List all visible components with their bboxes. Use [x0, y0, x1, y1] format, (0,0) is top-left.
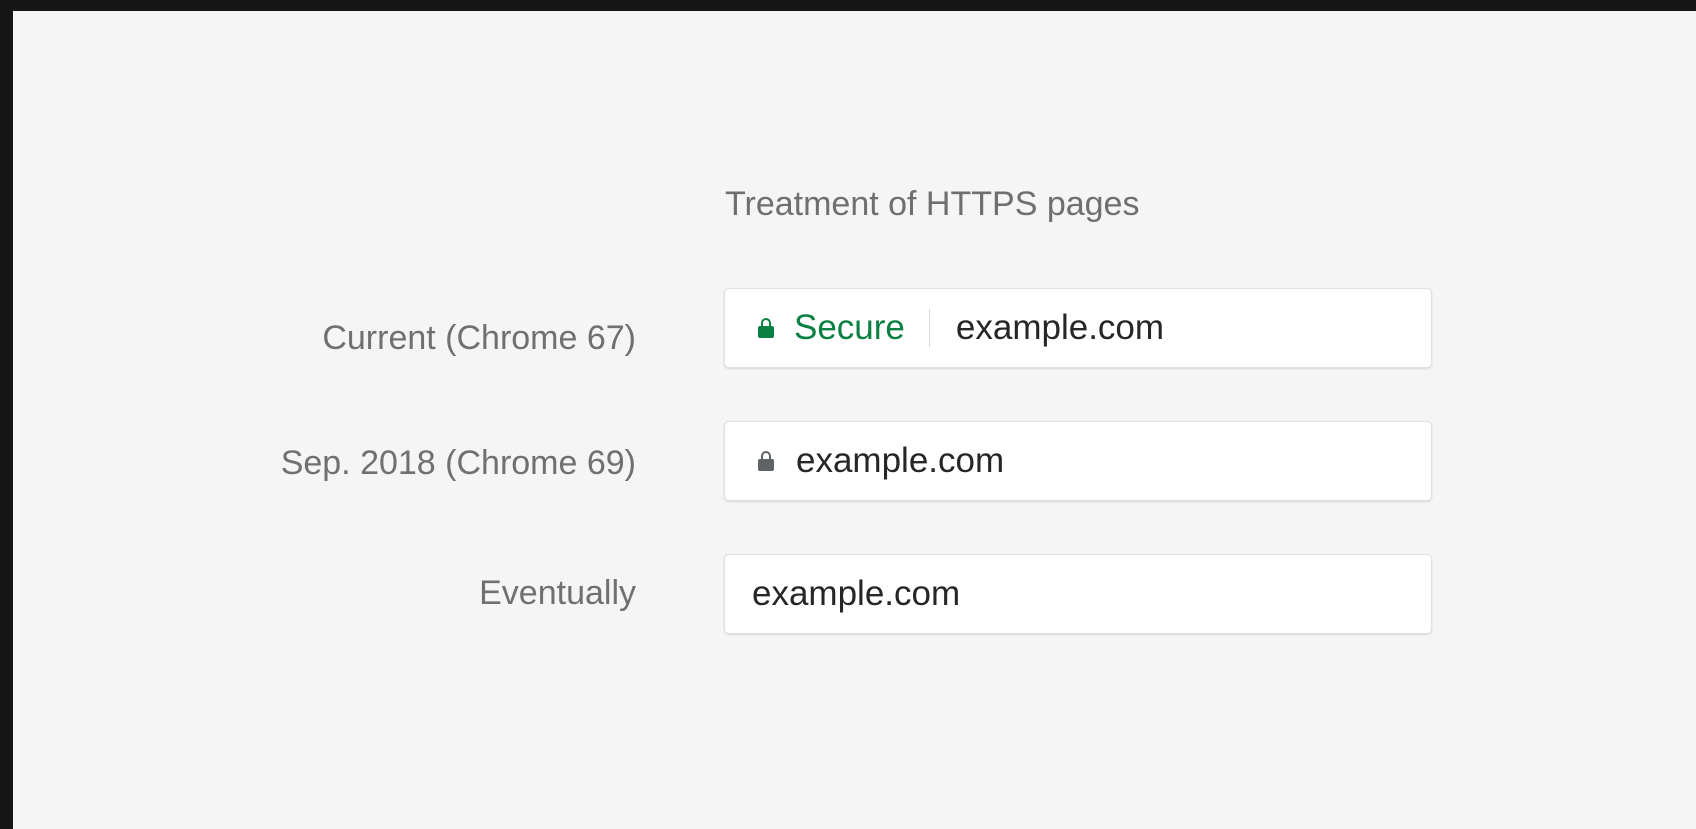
- omnibox-current: Secure example.com: [724, 288, 1432, 368]
- row-label-current: Current (Chrome 67): [322, 319, 636, 357]
- url-text: example.com: [752, 574, 961, 613]
- url-text: example.com: [796, 441, 1005, 480]
- lock-icon: [758, 318, 774, 338]
- row-label-chrome-69: Sep. 2018 (Chrome 69): [280, 444, 636, 482]
- row-label-eventually: Eventually: [479, 574, 636, 612]
- comparison-panel: Treatment of HTTPS pages Current (Chrome…: [13, 11, 1696, 829]
- page-title: Treatment of HTTPS pages: [725, 185, 1140, 223]
- omnibox-chrome-69: example.com: [724, 421, 1432, 501]
- secure-label: Secure: [794, 308, 905, 347]
- lock-icon: [758, 451, 774, 471]
- omnibox-eventually: example.com: [724, 554, 1432, 634]
- url-text: example.com: [955, 308, 1165, 347]
- divider: [928, 309, 930, 347]
